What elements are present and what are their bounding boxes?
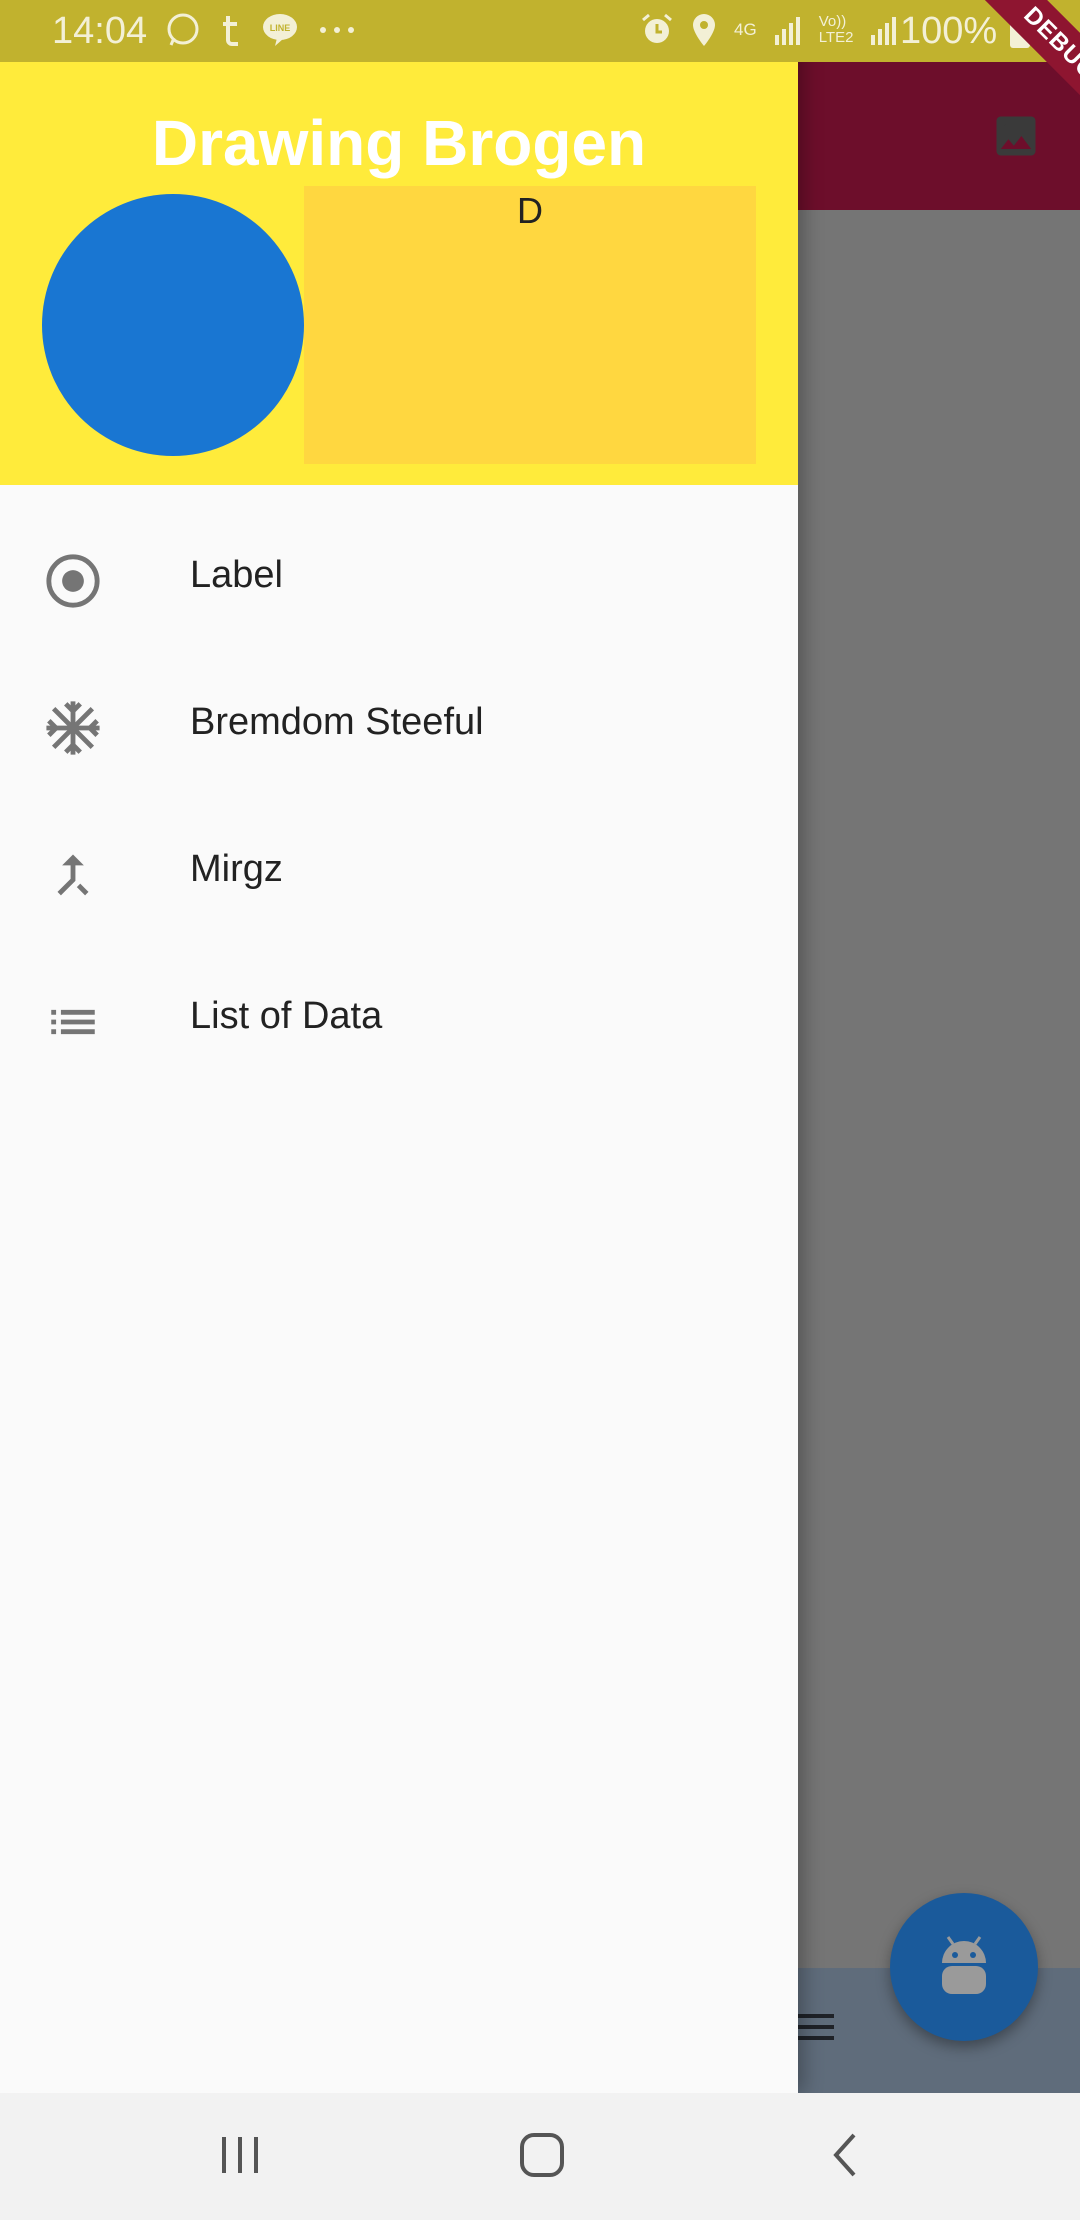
drawer-header: Drawing Brogen D [0,62,798,485]
more-dots-icon [320,27,354,33]
volte-icon: Vo)) LTE2 [819,14,854,46]
home-icon[interactable] [518,2129,566,2181]
signal-icon [774,17,800,45]
drawer-item-text: List of Data [190,995,383,1037]
avatar-circle [42,194,304,456]
merge-icon [57,854,89,896]
header-rect: D [304,186,756,464]
drawer-item-mirgz[interactable]: Mirgz [0,800,798,947]
drawer-item-text: Bremdom Steeful [190,701,484,743]
back-icon[interactable] [826,2129,866,2181]
drawer-item-bremdom-steeful[interactable]: Bremdom Steeful [0,653,798,800]
snowflake-icon [46,701,100,755]
recent-apps-icon[interactable] [218,2129,262,2181]
android-icon [942,1936,986,1994]
battery-percent: 100% [900,10,998,52]
lte-text: LTE2 [818,29,854,46]
signal-icon [871,17,897,45]
fab-button[interactable] [890,1893,1038,2041]
radio-button-checked-icon [46,554,100,608]
header-rect-label: D [517,190,543,231]
list-icon [51,1009,95,1035]
alarm-icon [642,13,672,43]
volte-text: Vo)) [818,13,847,30]
drawer-item-label[interactable]: Label [0,506,798,653]
menu-icon[interactable] [798,2014,834,2044]
status-bar: 14:04 LINE 4G Vo)) LTE2 100% [0,0,1080,62]
drawer-item-text: Mirgz [190,848,283,890]
location-icon [693,14,715,46]
drawer-item-list-of-data[interactable]: List of Data [0,947,798,1094]
image-icon[interactable] [990,110,1042,162]
drawer-title: Drawing Brogen [151,107,647,179]
tumblr-icon [223,16,238,46]
navigation-drawer: Drawing Brogen D Label Bremdom Steeful M… [0,0,798,2093]
svg-text:LINE: LINE [270,23,291,33]
system-nav-bar [0,2093,1080,2220]
line-icon: LINE [263,14,297,46]
drawer-item-text: Label [190,554,283,596]
whatsapp-icon [167,13,199,46]
4g-icon: 4G [734,20,757,39]
status-time: 14:04 [52,10,148,52]
